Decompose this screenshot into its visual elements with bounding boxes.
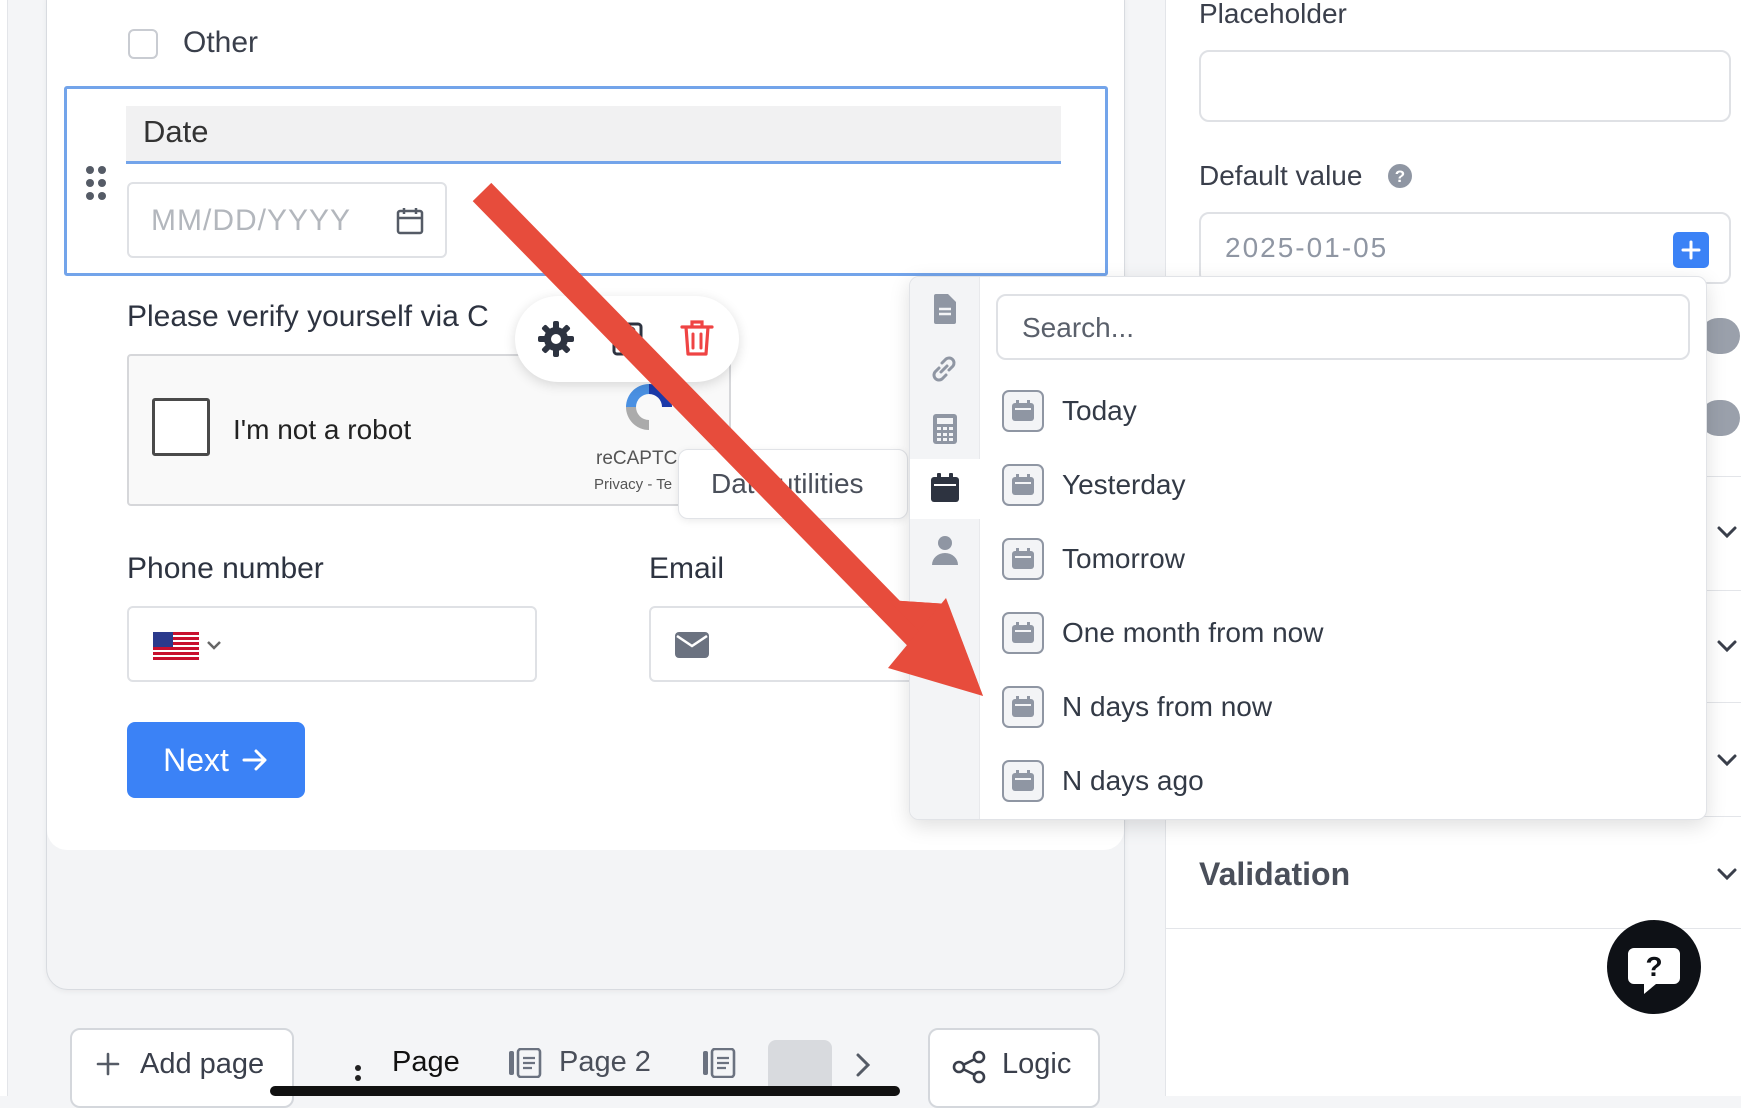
- placeholder-setting-input[interactable]: [1199, 50, 1731, 122]
- picker-search-input[interactable]: Search...: [996, 294, 1690, 360]
- next-button[interactable]: Next: [127, 722, 305, 798]
- svg-text:?: ?: [1645, 951, 1662, 982]
- calendar-icon: [1002, 538, 1044, 580]
- home-indicator: [270, 1086, 900, 1096]
- recaptcha-checkbox-label: I'm not a robot: [233, 414, 412, 445]
- calendar-icon[interactable]: [930, 473, 960, 503]
- captcha-label: Please verify yourself via C: [127, 300, 489, 333]
- recaptcha-links[interactable]: Privacy - Te: [594, 476, 672, 493]
- calendar-icon: [1002, 760, 1044, 802]
- default-value-label: Default value: [1199, 160, 1363, 191]
- chevron-right-icon[interactable]: [854, 1052, 872, 1078]
- validation-section-title[interactable]: Validation: [1199, 856, 1350, 893]
- recaptcha-brand: reCAPTC: [596, 448, 678, 469]
- chevron-down-icon[interactable]: [1716, 866, 1738, 882]
- picker-item-n-days-ago[interactable]: N days ago: [1002, 751, 1204, 811]
- other-option-label: Other: [183, 26, 259, 59]
- calendar-icon: [1002, 390, 1044, 432]
- email-label: Email: [649, 552, 725, 585]
- document-icon[interactable]: [932, 293, 958, 325]
- chevron-down-icon[interactable]: [1716, 752, 1738, 768]
- picker-item-one-month[interactable]: One month from now: [1002, 603, 1323, 663]
- variable-picker-dropdown: Search... Today Yesterday Tomorrow One m…: [909, 276, 1707, 820]
- svg-text:?: ?: [1395, 167, 1405, 186]
- calendar-icon: [1002, 612, 1044, 654]
- picker-search-placeholder: Search...: [1022, 312, 1135, 343]
- page-tab-2[interactable]: Page 2: [559, 1046, 651, 1079]
- gear-icon[interactable]: [537, 320, 575, 358]
- user-icon[interactable]: [932, 535, 958, 565]
- picker-item-label: Tomorrow: [1062, 543, 1185, 574]
- page-icon: [702, 1048, 736, 1078]
- date-utilities-tooltip: Date utilities: [678, 449, 908, 519]
- chevron-down-icon[interactable]: [1716, 524, 1738, 540]
- logic-button[interactable]: Logic: [928, 1028, 1100, 1108]
- trash-icon[interactable]: [679, 318, 715, 358]
- help-button[interactable]: ?: [1607, 920, 1701, 1014]
- picker-item-n-days-from-now[interactable]: N days from now: [1002, 677, 1272, 737]
- picker-category-rail: [910, 277, 980, 819]
- date-title-editor[interactable]: [126, 106, 1061, 164]
- page-icon: [508, 1048, 542, 1078]
- picker-item-label: N days ago: [1062, 765, 1204, 796]
- phone-input[interactable]: [127, 606, 537, 682]
- rail-active-item[interactable]: [910, 459, 980, 519]
- add-page-button[interactable]: Add page: [70, 1028, 294, 1108]
- calendar-icon: [1002, 464, 1044, 506]
- recaptcha-checkbox[interactable]: [152, 398, 210, 456]
- picker-item-tomorrow[interactable]: Tomorrow: [1002, 529, 1185, 589]
- more-vertical-icon[interactable]: [354, 1064, 362, 1086]
- calculator-icon[interactable]: [932, 413, 958, 445]
- picker-item-label: N days from now: [1062, 691, 1273, 722]
- left-edge: [0, 0, 8, 1096]
- picker-item-label: Yesterday: [1062, 469, 1186, 500]
- calendar-icon[interactable]: [395, 206, 425, 236]
- phone-label: Phone number: [127, 552, 324, 585]
- logic-label: Logic: [1002, 1048, 1072, 1080]
- picker-item-today[interactable]: Today: [1002, 381, 1137, 441]
- help-circle-icon[interactable]: ?: [1387, 163, 1413, 189]
- drag-handle-icon[interactable]: [84, 165, 108, 201]
- chat-question-icon: ?: [1628, 948, 1680, 994]
- us-flag-icon[interactable]: [153, 632, 199, 662]
- date-input-placeholder: MM/DD/YYYY: [151, 204, 352, 237]
- picker-item-label: One month from now: [1062, 617, 1324, 648]
- picker-item-label: Today: [1062, 395, 1137, 426]
- arrow-right-icon: [241, 748, 269, 772]
- email-input[interactable]: [649, 606, 919, 682]
- date-input[interactable]: MM/DD/YYYY: [127, 182, 447, 258]
- default-value-text: 2025-01-05: [1225, 232, 1389, 263]
- next-label: Next: [163, 741, 229, 778]
- duplicate-icon[interactable]: [610, 320, 644, 358]
- link-icon[interactable]: [928, 353, 960, 385]
- envelope-icon: [675, 632, 709, 658]
- calendar-icon: [1002, 686, 1044, 728]
- page-tab-1[interactable]: Page: [392, 1046, 460, 1079]
- recaptcha-logo-icon: [620, 378, 678, 436]
- share-nodes-icon: [952, 1050, 986, 1084]
- chevron-down-icon[interactable]: [205, 638, 223, 652]
- picker-item-yesterday[interactable]: Yesterday: [1002, 455, 1186, 515]
- placeholder-setting-label: Placeholder: [1199, 0, 1347, 29]
- add-variable-icon[interactable]: [1673, 232, 1709, 268]
- default-value-input[interactable]: 2025-01-05: [1199, 212, 1731, 284]
- date-field-title: Date: [143, 114, 209, 149]
- other-checkbox[interactable]: [128, 29, 158, 59]
- plus-icon: [96, 1052, 120, 1076]
- chevron-down-icon[interactable]: [1716, 638, 1738, 654]
- add-page-label: Add page: [140, 1048, 265, 1080]
